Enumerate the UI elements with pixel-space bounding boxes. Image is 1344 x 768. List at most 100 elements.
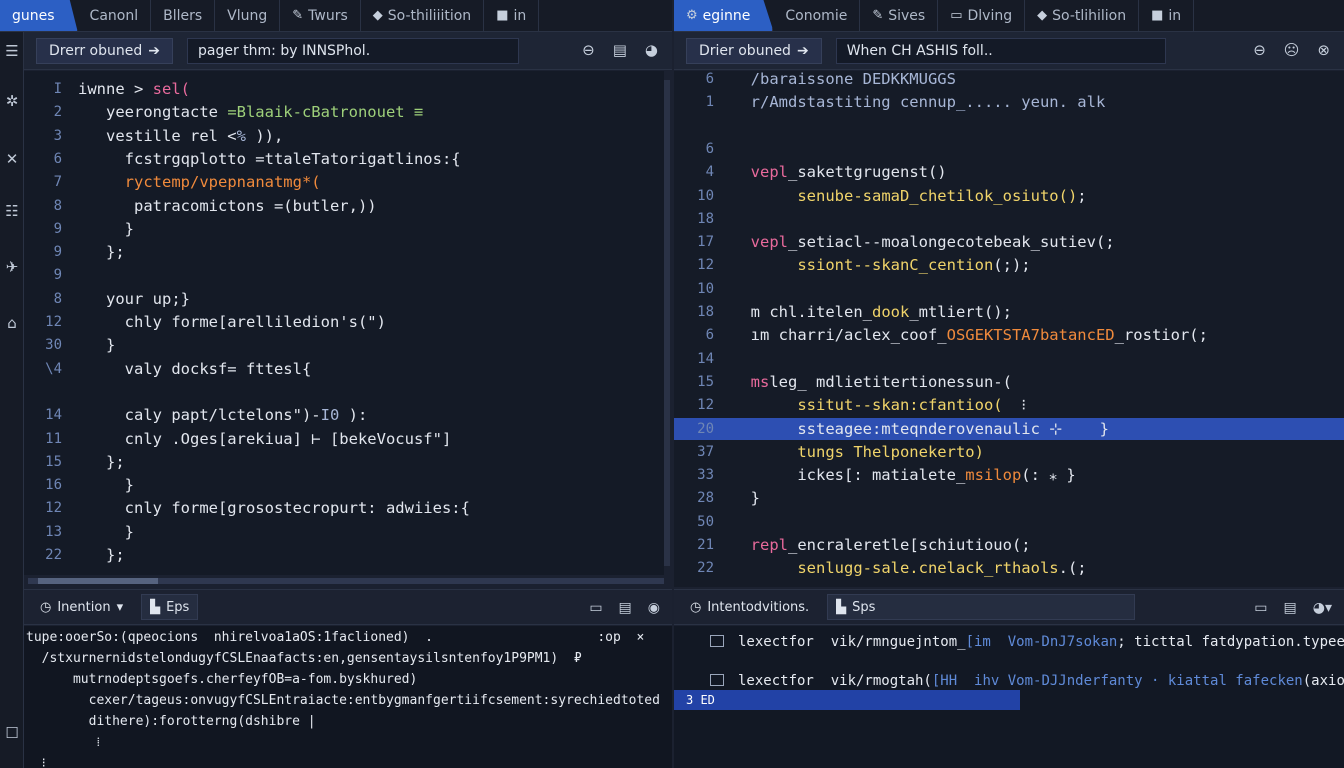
code-line: 21 repl_encraleretle[schiutiouo(; bbox=[674, 534, 1344, 556]
left-panel-tab-eps[interactable]: ▙ Eps bbox=[141, 594, 199, 620]
right-tab-3[interactable]: ▭ Dlving bbox=[938, 0, 1026, 31]
code-line: 9 } bbox=[24, 218, 664, 240]
monitor-icon[interactable]: ▭ bbox=[589, 600, 602, 616]
code-line: 13 } bbox=[24, 521, 664, 543]
code-text: caly papt/lctelons")-I0 ): bbox=[78, 404, 368, 426]
code-segment: cnly .Oges[arekiua] ⊢ [bekeVocusf"] bbox=[78, 429, 452, 448]
right-search-field[interactable]: When CH ASHIS foll.. bbox=[835, 37, 1166, 64]
left-horizontal-scrollbar[interactable] bbox=[28, 578, 664, 584]
right-panel-tab-interactions[interactable]: ◷ Intentodvitions. bbox=[682, 594, 817, 620]
code-text: vepl_sakettgrugenst() bbox=[732, 161, 947, 183]
right-panel-bar: ◷ Intentodvitions. ▙ Sps ▭ ▤ ◕▾ bbox=[674, 589, 1344, 625]
code-line: 30 } bbox=[24, 334, 664, 356]
info-icon[interactable]: ◉ bbox=[648, 600, 660, 616]
square-icon[interactable]: ☐ bbox=[0, 724, 24, 742]
code-text: } bbox=[78, 521, 134, 543]
monitor-icon[interactable]: ▭ bbox=[1254, 600, 1267, 616]
code-line: 18 m chl.itelen_dook_mtliert(); bbox=[674, 301, 1344, 323]
code-segment: m chl.itelen_ bbox=[732, 303, 872, 321]
right-run-dropdown[interactable]: Drier obuned ➔ bbox=[686, 37, 822, 64]
output-status-row: 3 ЕD bbox=[674, 690, 1020, 710]
terminal-line: ⁞ bbox=[26, 735, 101, 750]
pie-icon[interactable]: ◕ bbox=[645, 41, 658, 59]
right-tab-0[interactable]: ⚙ eginne bbox=[674, 0, 774, 31]
left-tab-2[interactable]: Bllers bbox=[151, 0, 216, 31]
file-icon: ▙ bbox=[836, 599, 847, 615]
menu-icon[interactable]: ☰ bbox=[0, 42, 24, 60]
right-output[interactable]: lexectfor vik/rmnguejntom_[im Vom-DnJ7so… bbox=[674, 626, 1344, 768]
code-text: cnly forme[grosostecropurt: adwiies:{ bbox=[78, 497, 470, 519]
list-icon[interactable]: ▤ bbox=[619, 600, 632, 616]
line-number: 17 bbox=[697, 234, 714, 251]
left-scroll-thumb[interactable] bbox=[38, 578, 158, 584]
code-text: ssiont--skanC_cention(;); bbox=[732, 254, 1030, 276]
terminal-line: mutrnodeptsgoefs.cherfeyfOB=a-fom.byskhu… bbox=[26, 672, 418, 687]
code-segment: } bbox=[78, 522, 134, 541]
line-number: 12 bbox=[45, 500, 62, 517]
left-toolbar: Drerr obuned ➔ pager thm: by INNSPhol. ⊖… bbox=[24, 32, 672, 70]
line-number: 15 bbox=[697, 373, 714, 390]
left-tab-3[interactable]: Vlung bbox=[215, 0, 281, 31]
tab-icon: ▭ bbox=[950, 8, 963, 23]
right-code-editor[interactable]: 6 /baraissone DEDKKMUGGS 1 r/Amdstastitin… bbox=[674, 71, 1344, 587]
right-tab-4[interactable]: ◆ So-tlihilion bbox=[1025, 0, 1140, 31]
extensions-icon[interactable]: ✲ bbox=[0, 92, 24, 110]
line-number: 1 bbox=[705, 94, 714, 111]
chevron-down-icon: ▾ bbox=[116, 599, 124, 615]
tab-label: Vlung bbox=[227, 7, 268, 24]
explorer-icon[interactable]: ☷ bbox=[0, 202, 24, 220]
code-token: ssiont--skanC_cention bbox=[797, 256, 994, 275]
code-segment: ickes[: matialete_ bbox=[732, 466, 966, 485]
left-panel-tab-inention[interactable]: ◷ Inention ▾ bbox=[32, 594, 131, 620]
output-row[interactable]: lexectfor vik/rmnguejntom_[im Vom-DnJ7so… bbox=[710, 630, 1344, 654]
code-line: 20 ssteagee:mteqnderovenaulic ⊹ } bbox=[674, 417, 1344, 440]
code-token: vepl bbox=[750, 163, 788, 182]
left-tab-0[interactable]: gunes bbox=[0, 0, 78, 31]
minus-circle-icon[interactable]: ⊖ bbox=[582, 41, 595, 59]
code-segment: yeerongtacte bbox=[78, 103, 228, 122]
right-panel-tab-sps[interactable]: ▙ Sps bbox=[827, 594, 1136, 620]
settings-icon[interactable]: ◕▾ bbox=[1313, 600, 1332, 616]
left-tab-5[interactable]: ◆ So-thiliiition bbox=[361, 0, 485, 31]
minus-circle-icon[interactable]: ⊖ bbox=[1253, 41, 1266, 59]
run-icon[interactable]: ✈ bbox=[0, 258, 24, 276]
refresh-icon[interactable]: ⊗ bbox=[1317, 41, 1330, 59]
code-line: 10 bbox=[674, 278, 1344, 300]
code-text: msleg_ mdlietitertionessun-( bbox=[732, 371, 1012, 393]
code-line: 2 yeerongtacte =Blaaik-cBatronouet ≡ bbox=[24, 101, 664, 123]
clock-icon: ◷ bbox=[40, 599, 52, 615]
line-number: 8 bbox=[53, 197, 62, 214]
left-run-dropdown[interactable]: Drerr obuned ➔ bbox=[36, 37, 173, 64]
left-vertical-scrollbar[interactable] bbox=[664, 80, 670, 566]
code-text: } bbox=[78, 334, 115, 356]
right-tab-1[interactable]: Conomie bbox=[773, 0, 861, 31]
code-segment: leg_ mdlietitertionessun-( bbox=[769, 372, 1012, 391]
code-text: cnly .Oges[arekiua] ⊢ [bekeVocusf"] bbox=[78, 428, 452, 450]
face-icon[interactable]: ☹ bbox=[1284, 41, 1300, 59]
code-text: ssitut--skan:cfantioo( ⁝ bbox=[732, 394, 1026, 416]
code-text: ryctemp/vpepnanatmg*( bbox=[78, 171, 321, 193]
right-panel-tab1-label: Intentodvitions. bbox=[707, 599, 810, 615]
code-token: msilop bbox=[965, 466, 1022, 485]
code-segment: cnly forme[grosostecropurt: adwiies:{ bbox=[78, 499, 470, 518]
left-tab-1[interactable]: Canonl bbox=[78, 0, 152, 31]
code-line: 15 msleg_ mdlietitertionessun-( bbox=[674, 371, 1344, 393]
save-icon[interactable]: ▤ bbox=[613, 41, 627, 59]
left-tab-6[interactable]: ■ in bbox=[484, 0, 540, 31]
right-tab-2[interactable]: ✎ Sives bbox=[860, 0, 939, 31]
close-icon[interactable]: ✕ bbox=[0, 150, 24, 168]
left-tab-4[interactable]: ✎ Twurs bbox=[280, 0, 361, 31]
arrow-right-icon: ➔ bbox=[148, 42, 160, 59]
left-code-editor[interactable]: Iiwnne > sel(2 yeerongtacte =Blaaik-cBat… bbox=[24, 71, 664, 575]
code-text: vestille rel <% )), bbox=[78, 125, 283, 147]
list-icon[interactable]: ▤ bbox=[1284, 600, 1297, 616]
output-path: [im Vom-DnJ7sokan bbox=[965, 634, 1118, 650]
right-tab-5[interactable]: ■ in bbox=[1139, 0, 1195, 31]
left-search-field[interactable]: pager thm: by INNSPhol. bbox=[187, 37, 519, 64]
debug-icon[interactable]: ⌂ bbox=[0, 314, 24, 332]
left-terminal[interactable]: tupe:ooerSo:(qpeocions nhirelvoa1aOS:1fa… bbox=[24, 626, 672, 768]
line-number: 12 bbox=[45, 314, 62, 330]
output-command: lexectfor vik/rmogtah( bbox=[738, 673, 932, 689]
